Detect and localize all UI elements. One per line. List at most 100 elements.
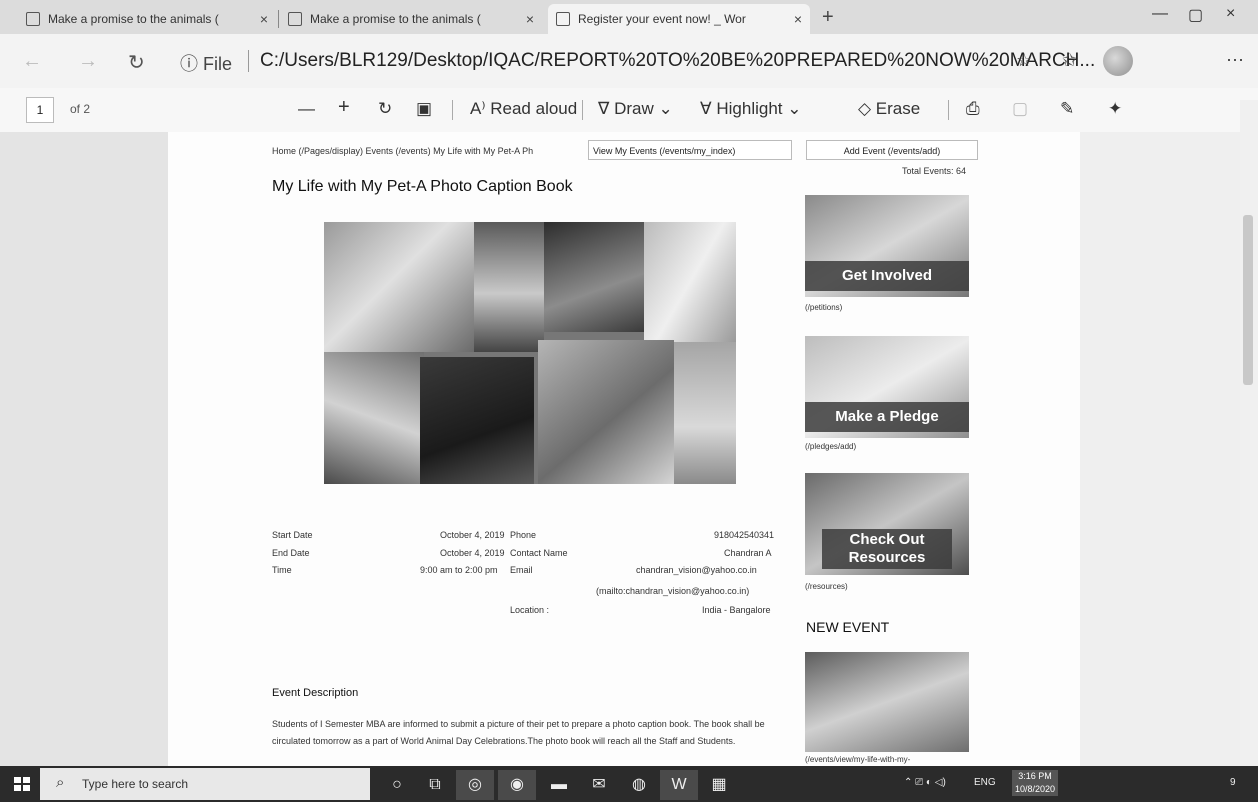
divider [248, 50, 249, 72]
start-date-value: October 4, 2019 [440, 530, 505, 540]
eraser-icon: ◇ [858, 99, 876, 118]
clock-time: 3:16 PM [1018, 771, 1052, 781]
check-out-resources-card[interactable]: Check Out Resources [805, 473, 969, 575]
windows-start-icon[interactable] [14, 777, 30, 791]
back-icon[interactable]: ← [22, 50, 42, 73]
url-field[interactable]: C:/Users/BLR129/Desktop/IQAC/REPORT%20TO… [260, 50, 1095, 72]
make-a-pledge-label: Make a Pledge [805, 402, 969, 432]
close-icon[interactable]: × [254, 11, 268, 27]
start-date-label: Start Date [272, 530, 313, 540]
email-label: Email [510, 565, 533, 575]
time-value: 9:00 am to 2:00 pm [420, 565, 498, 575]
view-my-events-button[interactable]: View My Events (/events/my_index) [588, 140, 792, 160]
location-label: Location : [510, 605, 550, 615]
language-indicator[interactable]: ENG [974, 777, 996, 788]
page-number-input[interactable]: 1 [26, 97, 54, 123]
notifications-icon[interactable]: 9 [1230, 777, 1236, 788]
tab-divider [278, 10, 279, 28]
make-a-pledge-card[interactable]: Make a Pledge [805, 336, 969, 438]
zoom-out-icon[interactable]: — [298, 99, 315, 119]
edge-icon[interactable]: ◉ [498, 770, 536, 800]
close-icon[interactable]: × [520, 11, 534, 27]
tab-1-title: Make a promise to the animals ( [48, 12, 219, 26]
contact-label: Contact Name [510, 548, 568, 558]
divider [948, 100, 949, 120]
get-involved-card[interactable]: Get Involved [805, 195, 969, 297]
new-event-heading: NEW EVENT [806, 619, 890, 635]
new-tab-icon[interactable]: + [822, 6, 834, 29]
avatar[interactable] [1103, 46, 1133, 76]
new-event-image[interactable] [805, 652, 969, 752]
email-value[interactable]: chandran_vision@yahoo.co.in [636, 565, 757, 575]
media-icon[interactable]: ◍ [620, 770, 658, 800]
save-as-icon[interactable]: ✎ [1060, 99, 1074, 119]
tab-1[interactable]: Make a promise to the animals ( × [18, 4, 276, 34]
contact-value: Chandran A [724, 548, 772, 558]
location-value: India - Bangalore [702, 605, 771, 615]
tab-3-title: Register your event now! _ Wor [578, 12, 746, 26]
task-view-icon[interactable]: ⧉ [416, 770, 454, 800]
search-icon: ⌕ [56, 774, 65, 791]
word-icon[interactable]: W [660, 770, 698, 800]
maximize-icon[interactable]: ▢ [1188, 5, 1203, 25]
save-icon[interactable]: ▢ [1012, 99, 1028, 119]
end-date-label: End Date [272, 548, 310, 558]
tab-strip: Make a promise to the animals ( × Make a… [0, 0, 1258, 34]
draw-button[interactable]: ∇ Draw ⌄ [598, 99, 673, 119]
page-title: My Life with My Pet-A Photo Caption Book [272, 178, 573, 195]
notification-count: 9 [1230, 777, 1236, 788]
file-explorer-icon[interactable]: ▬ [540, 770, 578, 800]
tray-icons[interactable]: ⌃ ⎚ ◐ ◁) [904, 777, 946, 788]
more-icon[interactable]: ⋯ [1226, 50, 1244, 71]
petitions-link[interactable]: (/petitions) [805, 303, 842, 312]
draw-icon: ∇ [598, 99, 615, 118]
clock[interactable]: 3:16 PM 10/8/2020 [1012, 770, 1058, 796]
star-icon[interactable]: ☆ [1016, 50, 1032, 71]
taskbar-search[interactable]: ⌕ Type here to search [40, 768, 370, 800]
erase-button[interactable]: ◇ Erase [858, 99, 920, 119]
divider [452, 100, 453, 120]
favorites-icon[interactable]: ✩ [1062, 50, 1077, 71]
app-icon[interactable]: ◎ [456, 770, 494, 800]
pin-icon[interactable]: ✦ [1108, 99, 1122, 119]
vertical-scrollbar[interactable] [1240, 100, 1258, 766]
email-mailto-link[interactable]: (mailto:chandran_vision@yahoo.co.in) [596, 586, 749, 596]
scrollbar-thumb[interactable] [1243, 215, 1253, 385]
rotate-icon[interactable]: ↻ [378, 99, 392, 119]
zoom-in-icon[interactable]: + [338, 96, 350, 119]
new-event-link[interactable]: (/events/view/my-life-with-my- [805, 755, 910, 764]
tab-3[interactable]: Register your event now! _ Wor × [548, 4, 810, 34]
erase-label: Erase [875, 99, 921, 118]
fit-page-icon[interactable]: ▣ [416, 99, 432, 119]
mail-icon[interactable]: ✉ [580, 770, 618, 800]
photos-icon[interactable]: ▦ [700, 770, 738, 800]
window-close-icon[interactable]: × [1226, 5, 1235, 23]
highlight-button[interactable]: ∀ Highlight ⌄ [700, 99, 802, 119]
tab-2-title: Make a promise to the animals ( [310, 12, 481, 26]
highlight-label: Highlight [716, 99, 783, 118]
pledges-link[interactable]: (/pledges/add) [805, 442, 856, 451]
add-event-button[interactable]: Add Event (/events/add) [806, 140, 978, 160]
minimize-icon[interactable]: — [1152, 5, 1168, 23]
event-photo-collage [324, 222, 736, 484]
resources-link[interactable]: (/resources) [805, 582, 848, 591]
print-icon[interactable]: ⎙ [966, 99, 980, 119]
phone-value: 918042540341 [714, 530, 775, 540]
read-aloud-icon: A⁾ [470, 99, 491, 118]
site-info[interactable]: ⓘ File [180, 50, 232, 76]
refresh-icon[interactable]: ↻ [128, 50, 145, 75]
cortana-icon[interactable]: ○ [378, 770, 416, 800]
check-out-resources-label: Check Out Resources [822, 529, 952, 569]
chevron-down-icon: ⌄ [658, 99, 673, 118]
forward-icon[interactable]: → [78, 50, 98, 73]
breadcrumb[interactable]: Home (/Pages/display) Events (/events) M… [272, 146, 533, 156]
total-events: Total Events: 64 [902, 166, 967, 176]
tab-2[interactable]: Make a promise to the animals ( × [280, 4, 542, 34]
clock-date: 10/8/2020 [1014, 784, 1056, 794]
highlight-icon: ∀ [700, 99, 717, 118]
event-description: Students of I Semester MBA are informed … [272, 719, 765, 746]
pdf-toolbar: 1 of 2 — + ↻ ▣ A⁾ Read aloud ∇ Draw ⌄ ∀ … [0, 88, 1258, 133]
address-bar: ← → ↻ ⓘ File C:/Users/BLR129/Desktop/IQA… [0, 34, 1258, 88]
read-aloud-button[interactable]: A⁾ Read aloud [470, 99, 577, 119]
close-icon[interactable]: × [788, 11, 802, 27]
